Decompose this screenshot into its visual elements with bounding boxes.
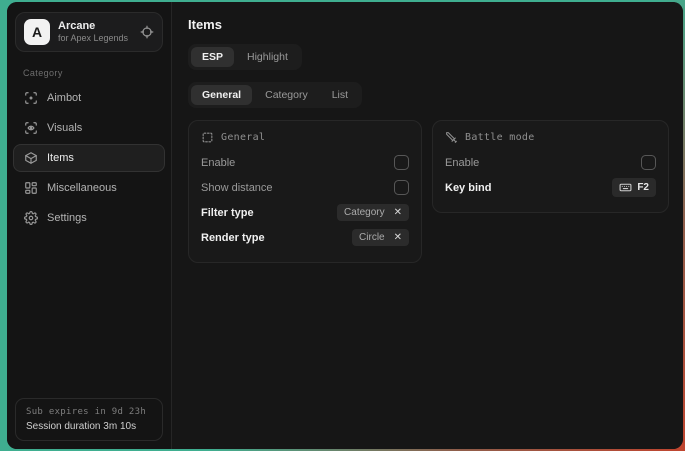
sidebar-item-aimbot[interactable]: Aimbot bbox=[13, 84, 165, 112]
keybind-value: F2 bbox=[637, 182, 649, 193]
tab-esp[interactable]: ESP bbox=[191, 47, 234, 67]
keybind-chip[interactable]: F2 bbox=[612, 178, 656, 197]
sidebar-section-label: Category bbox=[23, 68, 165, 78]
tab-category[interactable]: Category bbox=[254, 85, 319, 105]
tab-general[interactable]: General bbox=[191, 85, 252, 105]
sword-icon bbox=[445, 131, 458, 144]
close-icon[interactable]: ✕ bbox=[394, 233, 402, 243]
sidebar-item-label: Aimbot bbox=[47, 92, 81, 104]
sub-expiry-text: Sub expires in 9d 23h bbox=[26, 407, 152, 417]
sidebar-item-label: Settings bbox=[47, 212, 87, 224]
show-distance-checkbox[interactable] bbox=[394, 180, 409, 195]
chip-value: Category bbox=[344, 207, 385, 218]
setting-row: Render type Circle ✕ bbox=[201, 225, 409, 250]
grid-icon bbox=[24, 181, 38, 195]
setting-label: Enable bbox=[445, 157, 479, 169]
brand-name: Arcane bbox=[58, 20, 132, 34]
setting-row: Enable bbox=[445, 150, 656, 175]
gear-icon bbox=[24, 211, 38, 225]
main-content: Items ESP Highlight General Category Lis… bbox=[172, 2, 683, 449]
brand-card: A Arcane for Apex Legends bbox=[15, 12, 163, 52]
panels-row: General Enable Show distance Filter type… bbox=[188, 120, 669, 263]
tab-highlight[interactable]: Highlight bbox=[236, 47, 299, 67]
subscription-info: Sub expires in 9d 23h Session duration 3… bbox=[15, 398, 163, 441]
setting-label: Enable bbox=[201, 157, 235, 169]
setting-label: Filter type bbox=[201, 207, 254, 219]
sidebar-item-settings[interactable]: Settings bbox=[13, 204, 165, 232]
filter-type-chip[interactable]: Category ✕ bbox=[337, 204, 409, 221]
panel-title: General bbox=[221, 132, 265, 143]
close-icon[interactable]: ✕ bbox=[394, 208, 402, 218]
keyboard-icon bbox=[619, 181, 632, 194]
setting-row: Show distance bbox=[201, 175, 409, 200]
general-panel: General Enable Show distance Filter type… bbox=[188, 120, 422, 263]
mode-tab-group: ESP Highlight bbox=[188, 44, 302, 70]
crosshair-icon bbox=[24, 91, 38, 105]
sidebar-nav: Aimbot Visuals Items bbox=[13, 84, 165, 232]
dashed-box-icon bbox=[201, 131, 214, 144]
setting-label: Render type bbox=[201, 232, 265, 244]
sidebar-item-label: Miscellaneous bbox=[47, 182, 117, 194]
brand-subtitle: for Apex Legends bbox=[58, 33, 132, 44]
setting-label: Show distance bbox=[201, 182, 273, 194]
setting-label: Key bind bbox=[445, 182, 491, 194]
panel-title: Battle mode bbox=[465, 132, 535, 143]
eye-icon bbox=[24, 121, 38, 135]
sidebar-item-visuals[interactable]: Visuals bbox=[13, 114, 165, 142]
sidebar-item-label: Items bbox=[47, 152, 74, 164]
page-title: Items bbox=[188, 17, 669, 32]
crosshair-target-icon[interactable] bbox=[140, 25, 154, 39]
app-window: A Arcane for Apex Legends Category Aimbo… bbox=[7, 2, 683, 449]
session-duration-text: Session duration 3m 10s bbox=[26, 421, 152, 432]
package-icon bbox=[24, 151, 38, 165]
sidebar-item-miscellaneous[interactable]: Miscellaneous bbox=[13, 174, 165, 202]
chip-value: Circle bbox=[359, 232, 385, 243]
sidebar: A Arcane for Apex Legends Category Aimbo… bbox=[7, 2, 172, 449]
render-type-chip[interactable]: Circle ✕ bbox=[352, 229, 409, 246]
setting-row: Key bind F2 bbox=[445, 175, 656, 200]
tab-list[interactable]: List bbox=[321, 85, 359, 105]
enable-checkbox[interactable] bbox=[394, 155, 409, 170]
sidebar-item-items[interactable]: Items bbox=[13, 144, 165, 172]
setting-row: Enable bbox=[201, 150, 409, 175]
sidebar-item-label: Visuals bbox=[47, 122, 82, 134]
setting-row: Filter type Category ✕ bbox=[201, 200, 409, 225]
battle-mode-panel: Battle mode Enable Key bind F2 bbox=[432, 120, 669, 213]
battle-enable-checkbox[interactable] bbox=[641, 155, 656, 170]
brand-logo: A bbox=[24, 19, 50, 45]
view-tab-group: General Category List bbox=[188, 82, 362, 108]
